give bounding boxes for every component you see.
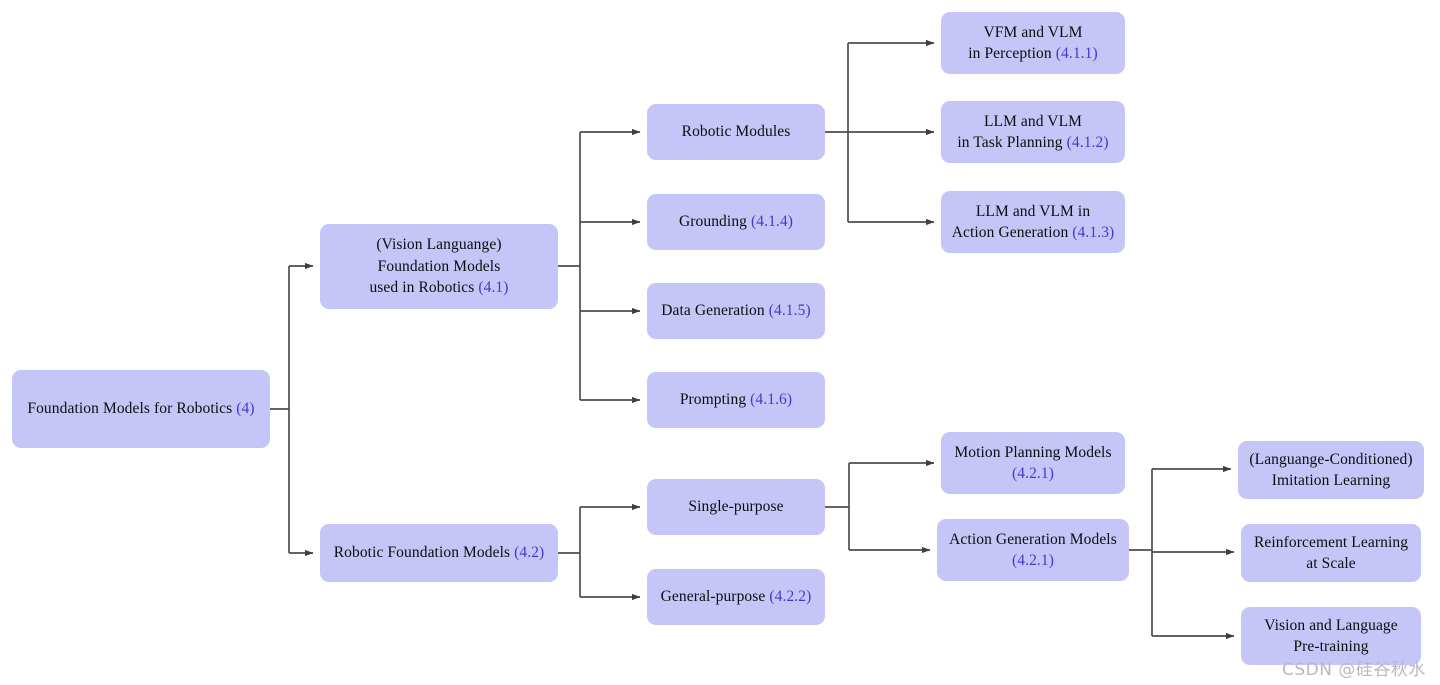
node-data-generation[interactable]: Data Generation (4.1.5) — [647, 283, 825, 339]
node-label: Action Generation Models (4.2.1) — [949, 530, 1117, 569]
node-label: VFM and VLM in Perception (4.1.1) — [968, 23, 1098, 62]
node-llm-vlm-in-action-generation[interactable]: LLM and VLM in Action Generation (4.1.3) — [941, 191, 1125, 253]
node-label: Motion Planning Models (4.2.1) — [954, 443, 1112, 482]
node-reinforcement-learning-at-scale[interactable]: Reinforcement Learning at Scale — [1241, 524, 1421, 582]
node-prompting[interactable]: Prompting (4.1.6) — [647, 372, 825, 428]
node-label: LLM and VLM in Action Generation (4.1.3) — [951, 202, 1115, 241]
node-label: General-purpose (4.2.2) — [660, 588, 812, 606]
node-label: LLM and VLM in Task Planning (4.1.2) — [957, 112, 1109, 151]
node-label: Prompting (4.1.6) — [679, 391, 793, 409]
node-language-conditioned-imitation-learning[interactable]: (Languange-Conditioned) Imitation Learni… — [1238, 441, 1424, 499]
node-general-purpose[interactable]: General-purpose (4.2.2) — [647, 569, 825, 625]
node-label: Robotic Modules — [681, 123, 791, 141]
node-label: Reinforcement Learning at Scale — [1253, 533, 1409, 572]
node-label: Robotic Foundation Models (4.2) — [333, 544, 545, 562]
node-label: Single-purpose — [688, 498, 784, 516]
node-label: Foundation Models for Robotics (4) — [27, 400, 255, 418]
node-vfm-vlm-in-perception[interactable]: VFM and VLM in Perception (4.1.1) — [941, 12, 1125, 74]
csdn-watermark: CSDN @硅谷秋水 — [1282, 660, 1426, 680]
node-robotic-foundation-models[interactable]: Robotic Foundation Models (4.2) — [320, 524, 558, 582]
node-label: Data Generation (4.1.5) — [661, 302, 811, 320]
node-label: (Vision Languange) Foundation Models use… — [369, 236, 509, 297]
node-label: Vision and Language Pre-training — [1264, 616, 1398, 655]
node-grounding[interactable]: Grounding (4.1.4) — [647, 194, 825, 250]
node-label: Grounding (4.1.4) — [678, 213, 794, 231]
node-llm-vlm-in-task-planning[interactable]: LLM and VLM in Task Planning (4.1.2) — [941, 101, 1125, 163]
node-robotic-modules[interactable]: Robotic Modules — [647, 104, 825, 160]
node-motion-planning-models[interactable]: Motion Planning Models (4.2.1) — [941, 432, 1125, 494]
node-foundation-models-for-robotics[interactable]: Foundation Models for Robotics (4) — [12, 370, 270, 448]
node-label: (Languange-Conditioned) Imitation Learni… — [1249, 450, 1413, 489]
node-action-generation-models[interactable]: Action Generation Models (4.2.1) — [937, 519, 1129, 581]
node-vision-language-foundation-models[interactable]: (Vision Languange) Foundation Models use… — [320, 224, 558, 309]
node-single-purpose[interactable]: Single-purpose — [647, 479, 825, 535]
diagram-canvas: Foundation Models for Robotics (4) (Visi… — [0, 0, 1440, 685]
